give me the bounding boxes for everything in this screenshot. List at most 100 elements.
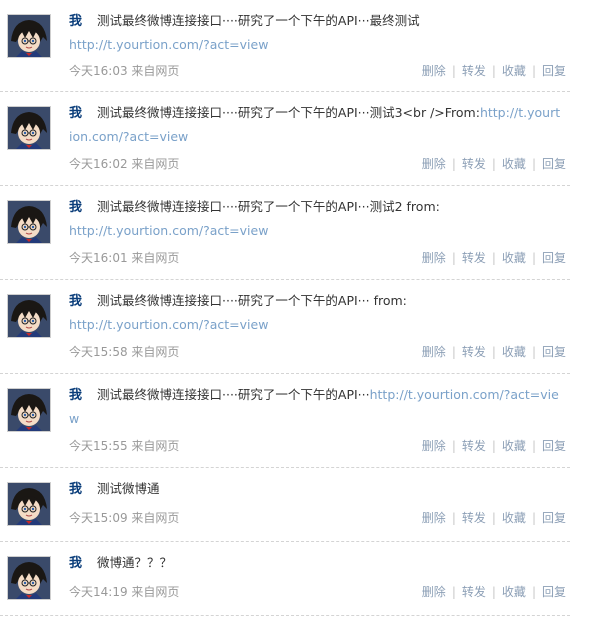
separator: |: [491, 157, 496, 171]
reply-button[interactable]: 回复: [542, 511, 566, 525]
avatar[interactable]: [7, 294, 51, 338]
separator: |: [451, 439, 456, 453]
post-item: 我测试最终微博连接接口····研究了一个下午的API···最终测试 http:/…: [0, 0, 570, 92]
reply-button[interactable]: 回复: [542, 345, 566, 359]
post-author[interactable]: 我: [69, 294, 82, 309]
delete-button[interactable]: 删除: [422, 251, 446, 265]
post-time: 今天16:03 来自网页: [69, 64, 180, 78]
reply-button[interactable]: 回复: [542, 157, 566, 171]
separator: |: [451, 157, 456, 171]
separator: |: [451, 585, 456, 599]
separator: |: [531, 345, 536, 359]
post-author[interactable]: 我: [69, 106, 82, 121]
anime-avatar-icon: [8, 295, 50, 337]
favorite-button[interactable]: 收藏: [502, 157, 526, 171]
avatar[interactable]: [7, 556, 51, 600]
post-time: 今天14:19 来自网页: [69, 585, 180, 599]
post-content: 我微博通？？？: [69, 551, 561, 575]
repost-button[interactable]: 转发: [462, 251, 486, 265]
reply-button[interactable]: 回复: [542, 439, 566, 453]
separator: |: [451, 64, 456, 78]
post-actions: 删除 | 转发 | 收藏 | 回复: [422, 250, 566, 266]
post-item: 我测试最终微博连接接口····研究了一个下午的API···http://t.yo…: [0, 374, 570, 468]
post-text: 测试最终微博连接接口····研究了一个下午的API···: [97, 387, 370, 402]
separator: |: [491, 64, 496, 78]
repost-button[interactable]: 转发: [462, 439, 486, 453]
separator: |: [491, 439, 496, 453]
delete-button[interactable]: 删除: [422, 64, 446, 78]
post-actions: 删除 | 转发 | 收藏 | 回复: [422, 438, 566, 454]
post-item: 我微博通？？？ 今天14:19 来自网页 删除 | 转发 | 收藏 | 回复: [0, 542, 570, 616]
post-author[interactable]: 我: [69, 482, 82, 497]
post-link[interactable]: http://t.yourtion.com/?act=view: [69, 223, 268, 238]
post-text: 测试微博通: [97, 481, 160, 496]
separator: |: [531, 157, 536, 171]
post-link[interactable]: http://t.yourtion.com/?act=view: [69, 317, 268, 332]
reply-button[interactable]: 回复: [542, 585, 566, 599]
favorite-button[interactable]: 收藏: [502, 439, 526, 453]
post-item: 我测试微博通 今天15:09 来自网页 删除 | 转发 | 收藏 | 回复: [0, 468, 570, 542]
post-time: 今天15:58 来自网页: [69, 345, 180, 359]
avatar[interactable]: [7, 482, 51, 526]
avatar[interactable]: [7, 106, 51, 150]
post-item: 我测试最终微博连接接口····研究了一个下午的API··· from: http…: [0, 280, 570, 374]
delete-button[interactable]: 删除: [422, 345, 446, 359]
post-text: 测试最终微博连接接口····研究了一个下午的API···测试2 from:: [97, 199, 440, 214]
favorite-button[interactable]: 收藏: [502, 585, 526, 599]
post-actions: 删除 | 转发 | 收藏 | 回复: [422, 510, 566, 526]
reply-button[interactable]: 回复: [542, 251, 566, 265]
anime-avatar-icon: [8, 483, 50, 525]
post-time: 今天15:09 来自网页: [69, 511, 180, 525]
post-text: 微博通？？？: [97, 555, 173, 570]
favorite-button[interactable]: 收藏: [502, 64, 526, 78]
post-time: 今天16:01 来自网页: [69, 251, 180, 265]
delete-button[interactable]: 删除: [422, 511, 446, 525]
separator: |: [531, 585, 536, 599]
post-text: 测试最终微博连接接口····研究了一个下午的API···测试3<br />Fro…: [97, 105, 480, 120]
delete-button[interactable]: 删除: [422, 157, 446, 171]
post-actions: 删除 | 转发 | 收藏 | 回复: [422, 63, 566, 79]
post-item: 我测试最终微博连接接口····研究了一个下午的API···测试2 from: h…: [0, 186, 570, 280]
post-link[interactable]: http://t.yourtion.com/?act=view: [69, 37, 268, 52]
repost-button[interactable]: 转发: [462, 345, 486, 359]
delete-button[interactable]: 删除: [422, 439, 446, 453]
avatar[interactable]: [7, 388, 51, 432]
post-actions: 删除 | 转发 | 收藏 | 回复: [422, 584, 566, 600]
post-text: 测试最终微博连接接口····研究了一个下午的API···最终测试: [97, 13, 420, 28]
repost-button[interactable]: 转发: [462, 157, 486, 171]
post-content: 我测试最终微博连接接口····研究了一个下午的API···http://t.yo…: [69, 383, 561, 430]
separator: |: [491, 251, 496, 265]
delete-button[interactable]: 删除: [422, 585, 446, 599]
anime-avatar-icon: [8, 389, 50, 431]
reply-button[interactable]: 回复: [542, 64, 566, 78]
separator: |: [531, 439, 536, 453]
separator: |: [451, 251, 456, 265]
favorite-button[interactable]: 收藏: [502, 251, 526, 265]
repost-button[interactable]: 转发: [462, 64, 486, 78]
separator: |: [531, 64, 536, 78]
separator: |: [491, 345, 496, 359]
avatar[interactable]: [7, 200, 51, 244]
post-content: 我测试最终微博连接接口····研究了一个下午的API···最终测试 http:/…: [69, 9, 561, 56]
post-content: 我测试最终微博连接接口····研究了一个下午的API···测试2 from: h…: [69, 195, 561, 242]
post-author[interactable]: 我: [69, 556, 82, 571]
separator: |: [531, 251, 536, 265]
separator: |: [491, 585, 496, 599]
anime-avatar-icon: [8, 15, 50, 57]
post-item: 我测试最终微博连接接口····研究了一个下午的API···测试3<br />Fr…: [0, 92, 570, 186]
post-actions: 删除 | 转发 | 收藏 | 回复: [422, 156, 566, 172]
avatar[interactable]: [7, 14, 51, 58]
post-text: 测试最终微博连接接口····研究了一个下午的API··· from:: [97, 293, 407, 308]
post-author[interactable]: 我: [69, 388, 82, 403]
favorite-button[interactable]: 收藏: [502, 511, 526, 525]
separator: |: [491, 511, 496, 525]
post-actions: 删除 | 转发 | 收藏 | 回复: [422, 344, 566, 360]
post-content: 我测试最终微博连接接口····研究了一个下午的API··· from: http…: [69, 289, 561, 336]
repost-button[interactable]: 转发: [462, 511, 486, 525]
post-author[interactable]: 我: [69, 14, 82, 29]
repost-button[interactable]: 转发: [462, 585, 486, 599]
post-time: 今天15:55 来自网页: [69, 439, 180, 453]
anime-avatar-icon: [8, 201, 50, 243]
favorite-button[interactable]: 收藏: [502, 345, 526, 359]
post-author[interactable]: 我: [69, 200, 82, 215]
